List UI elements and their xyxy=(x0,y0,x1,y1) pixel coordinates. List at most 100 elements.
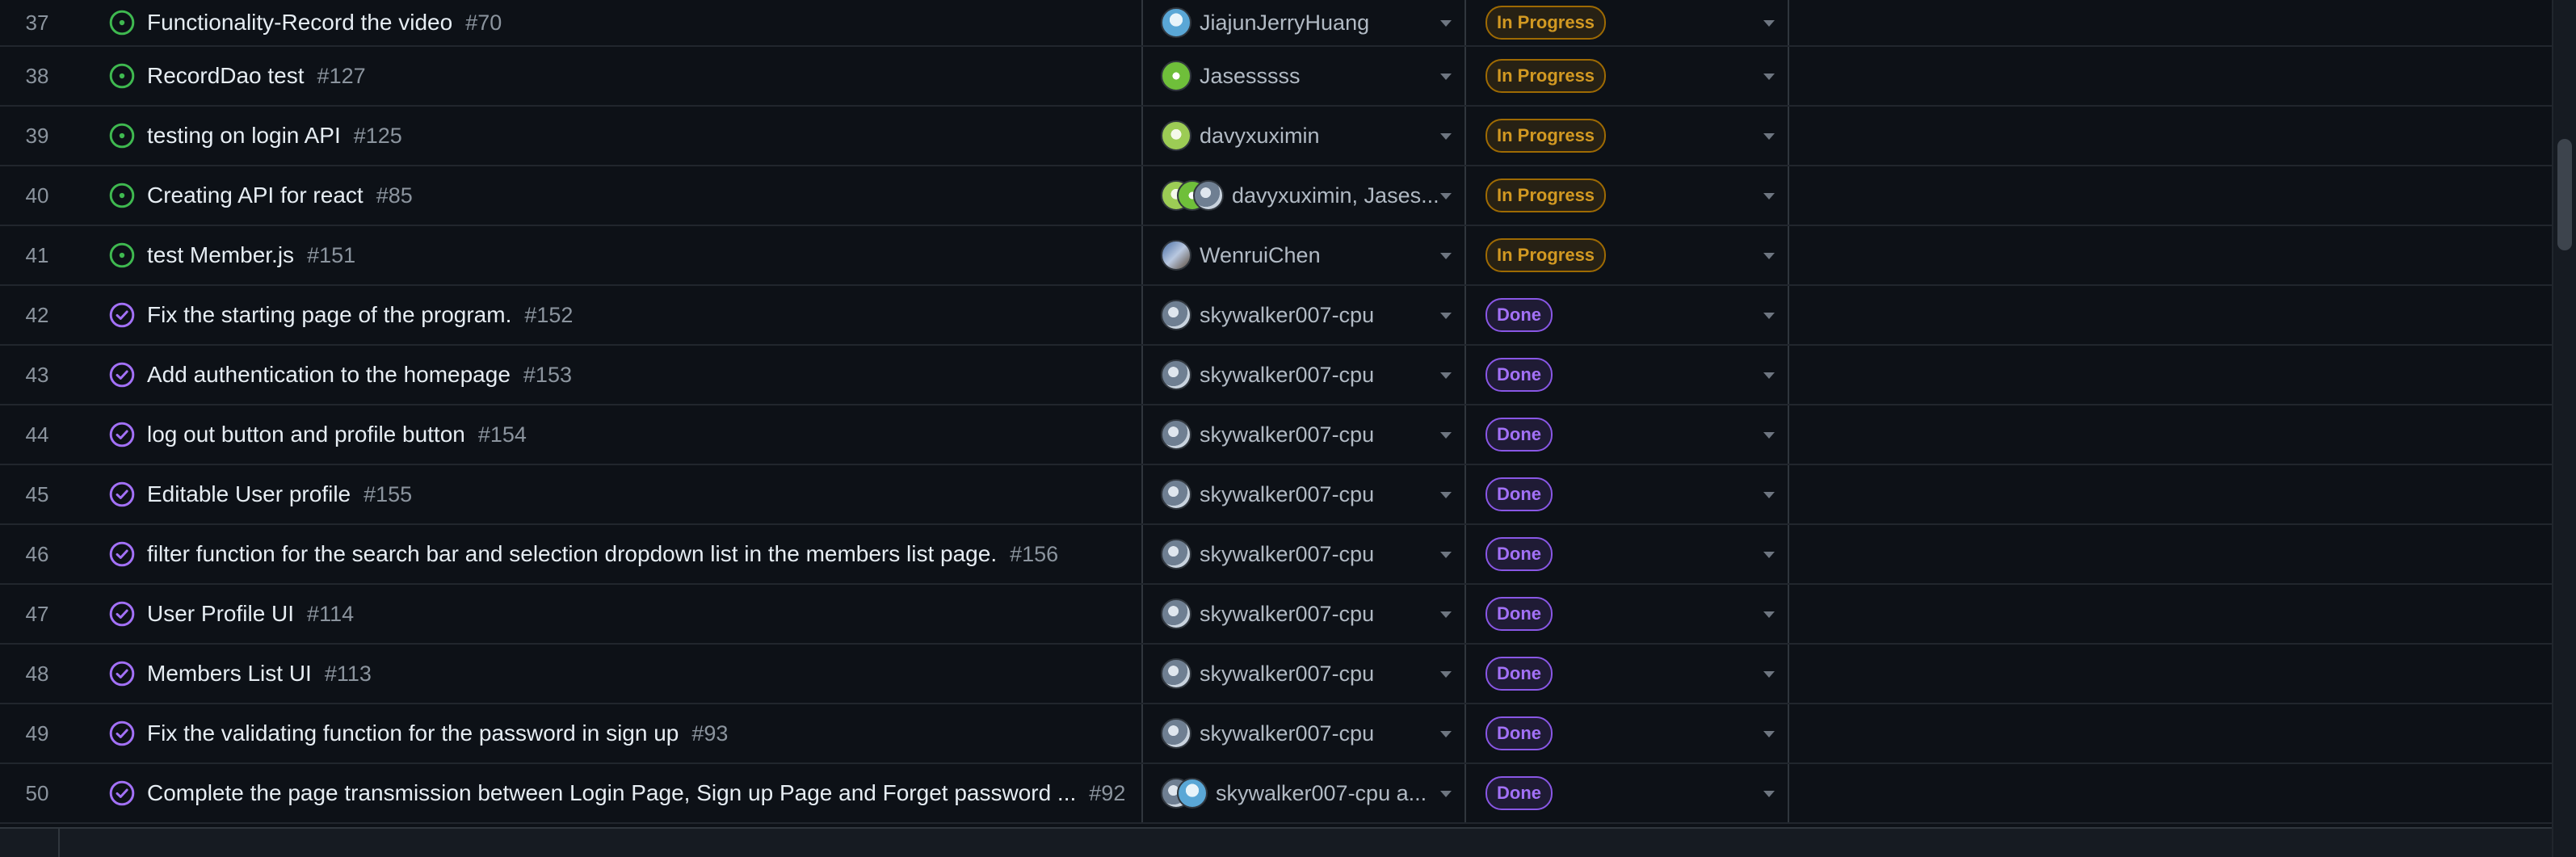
title-cell[interactable]: Complete the page transmission between L… xyxy=(74,764,1143,822)
assignees-cell[interactable]: skywalker007-cpu xyxy=(1143,645,1466,703)
issue-title-link[interactable]: Fix the validating function for the pass… xyxy=(147,720,679,746)
chevron-down-icon[interactable] xyxy=(1763,791,1775,797)
chevron-down-icon[interactable] xyxy=(1440,372,1452,379)
status-cell[interactable]: In Progress xyxy=(1466,0,1789,45)
issue-title-link[interactable]: Members List UI xyxy=(147,661,312,687)
status-cell[interactable]: In Progress xyxy=(1466,166,1789,225)
assignees-cell[interactable]: WenruiChen xyxy=(1143,226,1466,284)
status-cell[interactable]: Done xyxy=(1466,525,1789,583)
issue-title-link[interactable]: Creating API for react xyxy=(147,183,363,208)
chevron-down-icon[interactable] xyxy=(1763,133,1775,140)
table-row[interactable]: 42 Fix the starting page of the program. #… xyxy=(0,286,2552,346)
chevron-down-icon[interactable] xyxy=(1440,731,1452,737)
issue-title-link[interactable]: log out button and profile button xyxy=(147,422,465,447)
title-cell[interactable]: User Profile UI #114 xyxy=(74,585,1143,643)
empty-field-cell[interactable] xyxy=(1789,525,2552,583)
issue-title-link[interactable]: Editable User profile xyxy=(147,481,351,507)
chevron-down-icon[interactable] xyxy=(1440,20,1452,27)
issue-title-link[interactable]: RecordDao test xyxy=(147,63,305,89)
empty-field-cell[interactable] xyxy=(1789,47,2552,105)
table-row[interactable]: 41 test Member.js #151 WenruiChen In Progres… xyxy=(0,226,2552,286)
assignees-cell[interactable]: davyxuximin xyxy=(1143,107,1466,165)
status-cell[interactable]: Done xyxy=(1466,704,1789,762)
empty-field-cell[interactable] xyxy=(1789,286,2552,344)
title-cell[interactable]: Fix the starting page of the program. #15… xyxy=(74,286,1143,344)
chevron-down-icon[interactable] xyxy=(1763,731,1775,737)
title-cell[interactable]: log out button and profile button #154 xyxy=(74,405,1143,464)
assignees-cell[interactable]: skywalker007-cpu xyxy=(1143,704,1466,762)
issue-title-link[interactable]: Fix the starting page of the program. xyxy=(147,302,511,328)
title-cell[interactable]: Creating API for react #85 xyxy=(74,166,1143,225)
empty-field-cell[interactable] xyxy=(1789,405,2552,464)
status-cell[interactable]: Done xyxy=(1466,405,1789,464)
table-row[interactable]: 50 Complete the page transmission between… xyxy=(0,764,2552,824)
empty-field-cell[interactable] xyxy=(1789,346,2552,404)
table-row[interactable]: 39 testing on login API #125 davyxuximin In … xyxy=(0,107,2552,166)
vertical-scrollbar[interactable] xyxy=(2552,0,2576,857)
empty-field-cell[interactable] xyxy=(1789,704,2552,762)
table-row[interactable]: 46 filter function for the search bar and… xyxy=(0,525,2552,585)
chevron-down-icon[interactable] xyxy=(1763,492,1775,498)
chevron-down-icon[interactable] xyxy=(1763,432,1775,439)
chevron-down-icon[interactable] xyxy=(1763,552,1775,558)
assignees-cell[interactable]: Jasesssss xyxy=(1143,47,1466,105)
issue-title-link[interactable]: filter function for the search bar and s… xyxy=(147,541,997,567)
table-row[interactable]: 40 Creating API for react #85 davyxuximin, … xyxy=(0,166,2552,226)
title-cell[interactable]: filter function for the search bar and s… xyxy=(74,525,1143,583)
assignees-cell[interactable]: skywalker007-cpu xyxy=(1143,286,1466,344)
chevron-down-icon[interactable] xyxy=(1440,133,1452,140)
status-cell[interactable]: Done xyxy=(1466,286,1789,344)
chevron-down-icon[interactable] xyxy=(1440,611,1452,618)
status-cell[interactable]: In Progress xyxy=(1466,47,1789,105)
title-cell[interactable]: RecordDao test #127 xyxy=(74,47,1143,105)
chevron-down-icon[interactable] xyxy=(1440,671,1452,678)
issue-title-link[interactable]: testing on login API xyxy=(147,123,341,149)
issue-title-link[interactable]: Complete the page transmission between L… xyxy=(147,780,1076,806)
assignees-cell[interactable]: skywalker007-cpu xyxy=(1143,525,1466,583)
status-cell[interactable]: Done xyxy=(1466,346,1789,404)
status-cell[interactable]: Done xyxy=(1466,645,1789,703)
empty-field-cell[interactable] xyxy=(1789,166,2552,225)
title-cell[interactable]: Fix the validating function for the pass… xyxy=(74,704,1143,762)
chevron-down-icon[interactable] xyxy=(1440,432,1452,439)
table-row[interactable]: 45 Editable User profile #155 skywalker007-… xyxy=(0,465,2552,525)
table-row[interactable]: 49 Fix the validating function for the pa… xyxy=(0,704,2552,764)
empty-field-cell[interactable] xyxy=(1789,764,2552,822)
chevron-down-icon[interactable] xyxy=(1440,253,1452,259)
empty-field-cell[interactable] xyxy=(1789,465,2552,523)
empty-field-cell[interactable] xyxy=(1789,107,2552,165)
status-cell[interactable]: Done xyxy=(1466,465,1789,523)
issue-title-link[interactable]: Add authentication to the homepage xyxy=(147,362,511,388)
chevron-down-icon[interactable] xyxy=(1440,193,1452,200)
assignees-cell[interactable]: skywalker007-cpu a... xyxy=(1143,764,1466,822)
chevron-down-icon[interactable] xyxy=(1763,20,1775,27)
table-row[interactable]: 48 Members List UI #113 skywalker007-cpu Don… xyxy=(0,645,2552,704)
assignees-cell[interactable]: skywalker007-cpu xyxy=(1143,465,1466,523)
status-cell[interactable]: Done xyxy=(1466,585,1789,643)
chevron-down-icon[interactable] xyxy=(1440,492,1452,498)
table-row[interactable]: 47 User Profile UI #114 skywalker007-cpu Don… xyxy=(0,585,2552,645)
assignees-cell[interactable]: JiajunJerryHuang xyxy=(1143,0,1466,45)
empty-field-cell[interactable] xyxy=(1789,645,2552,703)
assignees-cell[interactable]: skywalker007-cpu xyxy=(1143,585,1466,643)
title-cell[interactable]: Add authentication to the homepage #153 xyxy=(74,346,1143,404)
chevron-down-icon[interactable] xyxy=(1763,313,1775,319)
chevron-down-icon[interactable] xyxy=(1763,372,1775,379)
scrollbar-thumb[interactable] xyxy=(2557,139,2572,250)
title-cell[interactable]: test Member.js #151 xyxy=(74,226,1143,284)
assignees-cell[interactable]: skywalker007-cpu xyxy=(1143,405,1466,464)
table-row[interactable]: 37 Functionality-Record the video #70 Jiaju… xyxy=(0,0,2552,47)
status-cell[interactable]: In Progress xyxy=(1466,226,1789,284)
chevron-down-icon[interactable] xyxy=(1440,791,1452,797)
chevron-down-icon[interactable] xyxy=(1763,611,1775,618)
empty-field-cell[interactable] xyxy=(1789,0,2552,45)
chevron-down-icon[interactable] xyxy=(1763,74,1775,80)
chevron-down-icon[interactable] xyxy=(1440,552,1452,558)
table-row[interactable]: 38 RecordDao test #127 Jasesssss In Progress xyxy=(0,47,2552,107)
issue-title-link[interactable]: test Member.js xyxy=(147,242,294,268)
chevron-down-icon[interactable] xyxy=(1440,74,1452,80)
table-row[interactable]: 44 log out button and profile button #154 s… xyxy=(0,405,2552,465)
issue-title-link[interactable]: Functionality-Record the video xyxy=(147,10,452,36)
assignees-cell[interactable]: davyxuximin, Jases... xyxy=(1143,166,1466,225)
title-cell[interactable]: Editable User profile #155 xyxy=(74,465,1143,523)
